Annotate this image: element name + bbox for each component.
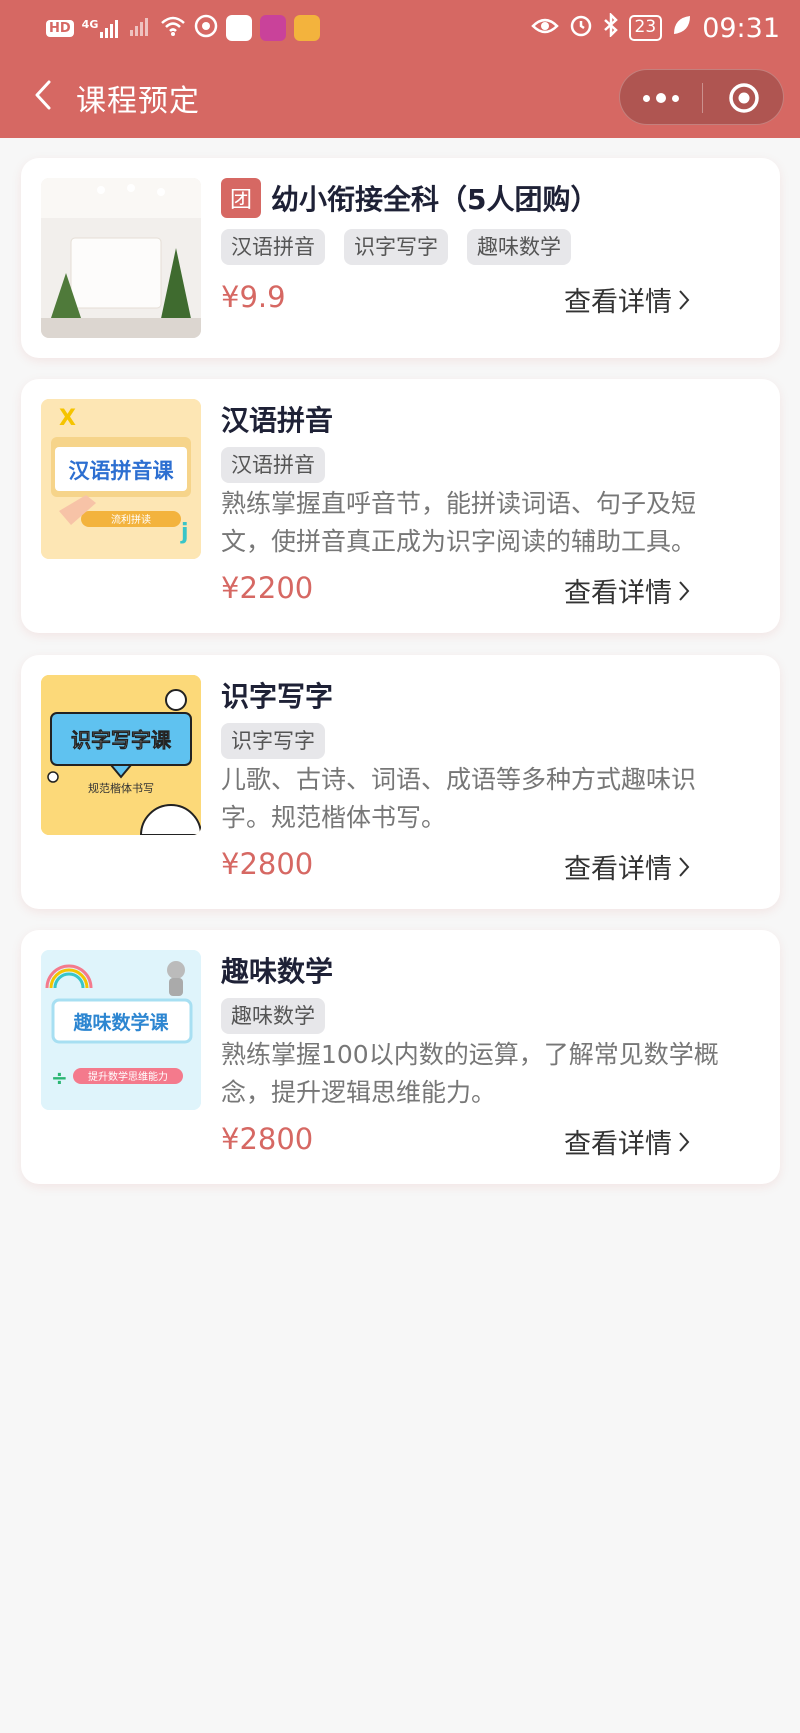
app-header: HD 4G 23 09:31 课程预定	[0, 0, 800, 138]
cellular-signal-icon: 4G	[82, 18, 123, 38]
course-thumbnail: 识字写字课 规范楷体书写	[41, 675, 201, 835]
course-tag: 汉语拼音	[221, 229, 325, 265]
course-tag: 汉语拼音	[221, 447, 325, 483]
svg-text:X: X	[59, 406, 76, 431]
course-card-math[interactable]: 趣味数学课 提升数学思维能力 ÷ 趣味数学 趣味数学 熟练掌握100以内数的运算…	[21, 930, 780, 1184]
group-buy-badge: 团	[221, 178, 261, 218]
view-details-label: 查看详情	[564, 1129, 672, 1160]
chevron-left-icon	[35, 80, 51, 110]
leaf-icon	[672, 14, 692, 42]
course-title: 识字写字	[221, 680, 334, 713]
thumb-text: 汉语拼音课	[69, 459, 175, 483]
app-notification-icon-2	[260, 15, 287, 41]
thumb-text: 识字写字课	[71, 728, 172, 752]
status-right: 23 09:31	[530, 8, 780, 48]
course-price: ¥2800	[221, 847, 314, 881]
course-tag: 趣味数学	[221, 998, 325, 1034]
app-notification-icon-3	[294, 15, 321, 41]
target-close-icon	[729, 83, 759, 113]
course-tag: 识字写字	[344, 229, 448, 265]
course-tag: 趣味数学	[467, 229, 571, 265]
course-price: ¥2800	[221, 1122, 314, 1156]
view-details-link[interactable]: 查看详情	[564, 1122, 690, 1161]
svg-text:÷: ÷	[51, 1066, 68, 1090]
course-card-group[interactable]: 团 幼小衔接全科（5人团购） 汉语拼音 识字写字 趣味数学 ¥9.9 查看详情	[21, 158, 780, 358]
view-details-label: 查看详情	[564, 578, 672, 609]
course-thumbnail: 趣味数学课 提升数学思维能力 ÷	[41, 950, 201, 1110]
thumb-subtext: 提升数学思维能力	[88, 1070, 168, 1083]
course-title-row: 趣味数学	[221, 950, 333, 990]
course-description: 熟练掌握直呼音节，能拼读词语、句子及短文，使拼音真正成为识字阅读的辅助工具。	[221, 489, 697, 556]
chevron-right-icon	[679, 1131, 690, 1152]
course-title: 汉语拼音	[221, 404, 334, 437]
view-details-link[interactable]: 查看详情	[564, 571, 690, 610]
hd-indicator: HD	[46, 19, 74, 37]
course-card-writing[interactable]: 识字写字课 规范楷体书写 识字写字 识字写字 儿歌、古诗、词语、成语等多种方式趣…	[21, 655, 780, 909]
close-button[interactable]	[703, 70, 785, 126]
eye-icon	[530, 14, 559, 42]
browser-app-icon	[194, 14, 218, 42]
course-tag: 识字写字	[221, 723, 325, 759]
course-title-row: 团 幼小衔接全科（5人团购）	[221, 178, 598, 218]
more-button[interactable]	[620, 70, 702, 126]
course-description: 熟练掌握100以内数的运算，了解常见数学概念，提升逻辑思维能力。	[221, 1040, 719, 1107]
chevron-right-icon	[679, 289, 690, 310]
status-left: HD 4G	[46, 10, 321, 46]
view-details-link[interactable]: 查看详情	[564, 847, 690, 886]
wifi-icon	[160, 15, 186, 41]
more-dots-icon	[643, 94, 650, 102]
course-tags: 趣味数学	[221, 998, 325, 1034]
svg-text:j: j	[180, 520, 189, 545]
course-price: ¥2200	[221, 571, 314, 605]
course-thumbnail	[41, 178, 201, 338]
battery-indicator: 23	[628, 15, 663, 41]
view-details-label: 查看详情	[564, 287, 672, 318]
bluetooth-icon	[603, 11, 619, 43]
no-signal-icon	[130, 16, 152, 40]
course-description: 儿歌、古诗、词语、成语等多种方式趣味识字。规范楷体书写。	[221, 765, 697, 832]
thumb-subtext: 规范楷体书写	[88, 781, 154, 795]
chevron-right-icon	[679, 580, 690, 601]
course-tags: 识字写字	[221, 723, 325, 759]
course-title-row: 汉语拼音	[221, 399, 333, 439]
chevron-right-icon	[679, 856, 690, 877]
course-card-pinyin[interactable]: 汉语拼音课 流利拼读 X j 汉语拼音 汉语拼音 熟练掌握直呼音节，能拼读词语、…	[21, 379, 780, 633]
status-bar: HD 4G 23 09:31	[0, 0, 800, 56]
mini-program-capsule	[619, 69, 784, 125]
thumb-text: 趣味数学课	[72, 1011, 169, 1034]
course-title: 幼小衔接全科（5人团购）	[271, 183, 599, 216]
view-details-link[interactable]: 查看详情	[564, 280, 690, 319]
course-tags: 汉语拼音 识字写字 趣味数学	[221, 229, 571, 265]
back-button[interactable]	[18, 70, 68, 120]
alarm-icon	[569, 13, 593, 43]
page-title: 课程预定	[76, 84, 200, 119]
course-title-row: 识字写字	[221, 675, 333, 715]
nav-bar: 课程预定	[0, 56, 800, 138]
course-price: ¥9.9	[221, 280, 286, 314]
thumb-subtext: 流利拼读	[111, 513, 151, 526]
view-details-label: 查看详情	[564, 854, 672, 885]
course-thumbnail: 汉语拼音课 流利拼读 X j	[41, 399, 201, 559]
clock-time: 09:31	[702, 12, 780, 44]
app-notification-icon	[226, 15, 253, 41]
course-tags: 汉语拼音	[221, 447, 325, 483]
course-title: 趣味数学	[221, 955, 334, 988]
